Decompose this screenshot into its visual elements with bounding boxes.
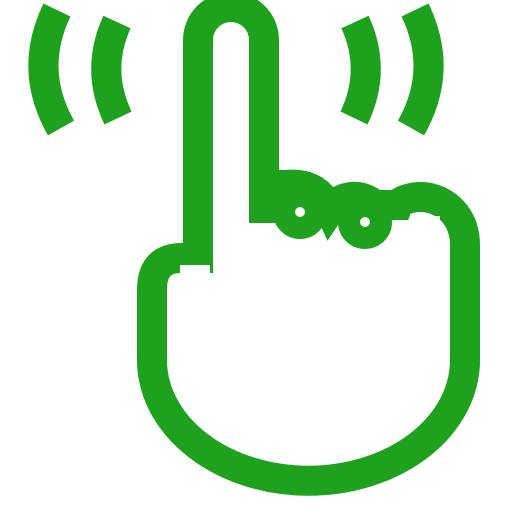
left-inner-wave-icon — [91, 15, 132, 125]
left-outer-wave-icon — [28, 3, 75, 136]
right-outer-wave-icon — [397, 3, 444, 136]
tap-gesture-canvas — [0, 0, 512, 512]
knuckle-gap-3 — [410, 216, 440, 238]
tap-gesture-icon — [28, 0, 480, 496]
right-inner-wave-icon — [340, 15, 381, 125]
palm-gap — [180, 265, 210, 277]
